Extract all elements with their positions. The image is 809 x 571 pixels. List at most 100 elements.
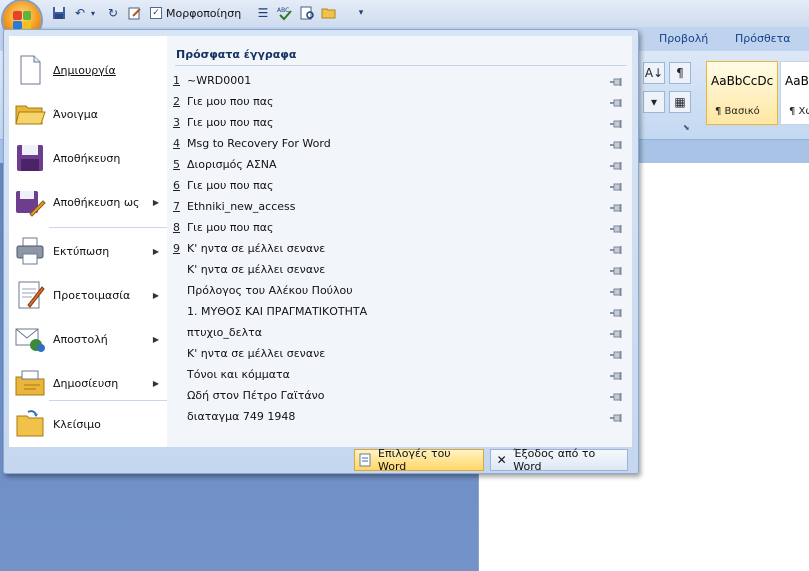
save-disk-icon — [14, 142, 46, 174]
menu-item-publish[interactable]: Δημοσίευση ▶ — [9, 361, 167, 405]
pin-icon[interactable] — [610, 160, 622, 170]
menu-item-send[interactable]: Αποστολή ▶ — [9, 317, 167, 361]
exit-word-button[interactable]: ✕ Έξοδος από το Word — [490, 447, 628, 473]
pin-icon[interactable] — [610, 181, 622, 191]
style-no-spacing[interactable]: AaBbCcDc ¶ Χωρ — [780, 61, 809, 125]
menu-item-prepare[interactable]: Προετοιμασία ▶ — [9, 273, 167, 317]
menu-item-open[interactable]: Άνοιγμα — [9, 92, 167, 136]
recent-document-item[interactable]: διαταγμα 749 1948 — [173, 406, 628, 426]
format-toggle[interactable]: ✓ Μορφοποίηση — [150, 5, 241, 21]
pin-icon[interactable] — [610, 76, 622, 86]
pin-icon[interactable] — [610, 223, 622, 233]
open-folder-icon[interactable] — [320, 4, 338, 22]
recent-document-item[interactable]: Τόνοι και κόμματα — [173, 364, 628, 384]
menu-item-close[interactable]: Κλείσιμο — [9, 402, 167, 446]
send-mail-icon — [14, 323, 46, 355]
menu-item-label: Κλείσιμο — [53, 417, 101, 431]
edit-document-icon[interactable] — [126, 4, 144, 22]
tab-addins[interactable]: Πρόσθετα — [735, 32, 791, 45]
recent-documents-panel: Πρόσφατα έγγραφα 1 ~WRD0001 2 Γιε μου που π… — [167, 36, 632, 447]
pin-icon[interactable] — [610, 307, 622, 317]
pin-icon[interactable] — [610, 244, 622, 254]
style-normal[interactable]: AaBbCcDc ¶ Βασικό — [706, 61, 778, 125]
recent-document-number: 2 — [173, 94, 180, 108]
options-icon — [359, 453, 373, 467]
recent-document-name: Γιε μου που πας — [187, 115, 274, 129]
recent-document-item[interactable]: 9 Κ' ηντα σε μέλλει σενανε — [173, 238, 628, 258]
menu-item-print[interactable]: Εκτύπωση ▶ — [9, 229, 167, 273]
recent-document-number: 8 — [173, 220, 180, 234]
recent-title-divider — [175, 65, 627, 66]
publish-icon — [14, 367, 46, 399]
prepare-document-icon — [14, 279, 46, 311]
borders-icon[interactable]: ▦ — [669, 91, 691, 113]
pin-icon[interactable] — [610, 286, 622, 296]
pin-icon[interactable] — [610, 349, 622, 359]
printer-icon — [14, 235, 46, 267]
menu-commands: Δημιουργία Άνοιγμα Αποθήκευση Αποθήκευση… — [9, 36, 168, 447]
menu-item-new[interactable]: Δημιουργία — [9, 48, 167, 92]
format-label: Μορφοποίηση — [166, 6, 242, 20]
office-menu: Δημιουργία Άνοιγμα Αποθήκευση Αποθήκευση… — [3, 29, 639, 474]
menu-item-label: Αποστολή — [53, 332, 108, 346]
format-checkbox[interactable]: ✓ — [150, 7, 162, 19]
recent-document-name: Κ' ηντα σε μέλλει σενανε — [187, 241, 326, 255]
recent-document-item[interactable]: Πρόλογος του Αλέκου Πούλου — [173, 280, 628, 300]
undo-icon[interactable]: ↶ — [71, 4, 89, 22]
recent-document-item[interactable]: Ωδή στον Πέτρο Γαϊτάνο — [173, 385, 628, 405]
recent-document-number: 6 — [173, 178, 180, 192]
recent-document-number: 7 — [173, 199, 180, 213]
recent-document-item[interactable]: 5 Διορισμός ΑΣΝΑ — [173, 154, 628, 174]
recent-document-item[interactable]: 7 Ethniki_new_access — [173, 196, 628, 216]
menu-item-label: Δημοσίευση — [53, 376, 119, 390]
pin-icon[interactable] — [610, 202, 622, 212]
recent-document-item[interactable]: 2 Γιε μου που πας — [173, 91, 628, 111]
sort-icon[interactable]: A↓ — [643, 62, 665, 84]
recent-document-item[interactable]: Κ' ηντα σε μέλλει σενανε — [173, 259, 628, 279]
recent-document-item[interactable]: Κ' ηντα σε μέλλει σενανε — [173, 343, 628, 363]
recent-documents-title: Πρόσφατα έγγραφα — [176, 48, 297, 61]
recent-document-name: Msg to Recovery For Word — [187, 136, 331, 150]
lines-icon[interactable]: ☰ — [254, 4, 272, 22]
style-name: ¶ Βασικό — [715, 106, 760, 117]
recent-document-item[interactable]: 1. ΜΥΘΟΣ ΚΑΙ ΠΡΑΓΜΑΤΙΚΟΤΗΤΑ — [173, 301, 628, 321]
pin-icon[interactable] — [610, 139, 622, 149]
menu-item-save[interactable]: Αποθήκευση — [9, 136, 167, 180]
recent-document-name: Διορισμός ΑΣΝΑ — [187, 157, 277, 171]
recent-document-item[interactable]: 3 Γιε μου που πας — [173, 112, 628, 132]
recent-document-name: Γιε μου που πας — [187, 94, 274, 108]
menu-item-label: Προετοιμασία — [53, 288, 131, 302]
shading-icon[interactable]: ▾ — [643, 91, 665, 113]
recent-document-item[interactable]: 6 Γιε μου που πας — [173, 175, 628, 195]
redo-icon[interactable]: ↻ — [104, 4, 122, 22]
print-preview-icon[interactable] — [298, 4, 316, 22]
menu-item-label: Δημιουργία — [53, 63, 116, 77]
menu-footer: Επιλογές του Word ✕ Έξοδος από το Word — [354, 447, 628, 473]
show-formatting-icon[interactable]: ¶ — [669, 62, 691, 84]
style-sample: AaBbCcDc — [785, 74, 809, 88]
menu-item-save-as[interactable]: Αποθήκευση ως ▶ — [9, 180, 167, 224]
recent-document-item[interactable]: 1 ~WRD0001 — [173, 70, 628, 90]
word-options-label: Επιλογές του Word — [378, 447, 451, 473]
pin-icon[interactable] — [610, 391, 622, 401]
save-icon[interactable] — [50, 4, 68, 22]
pin-icon[interactable] — [610, 412, 622, 422]
customize-toolbar-icon[interactable]: ▾ — [352, 4, 370, 22]
pin-icon[interactable] — [610, 97, 622, 107]
pin-icon[interactable] — [610, 265, 622, 275]
tab-view[interactable]: Προβολή — [659, 32, 708, 45]
dialog-launcher-icon[interactable]: ⬊ — [683, 123, 690, 132]
recent-document-item[interactable]: 4 Msg to Recovery For Word — [173, 133, 628, 153]
quick-access-toolbar: ↶ ▾ ↻ ✓ Μορφοποίηση ☰ ABC ▾ — [0, 0, 809, 27]
pin-icon[interactable] — [610, 370, 622, 380]
recent-document-item[interactable]: 8 Γιε μου που πας — [173, 217, 628, 237]
recent-document-item[interactable]: πτυχιο_δελτα — [173, 322, 628, 342]
close-icon: ✕ — [496, 453, 507, 467]
word-options-button[interactable]: Επιλογές του Word — [354, 447, 484, 473]
spelling-check-icon[interactable]: ABC — [276, 4, 294, 22]
recent-document-name: πτυχιο_δελτα — [187, 325, 262, 339]
undo-dropdown-icon[interactable]: ▾ — [88, 4, 98, 22]
submenu-arrow-icon: ▶ — [152, 378, 159, 388]
pin-icon[interactable] — [610, 118, 622, 128]
pin-icon[interactable] — [610, 328, 622, 338]
